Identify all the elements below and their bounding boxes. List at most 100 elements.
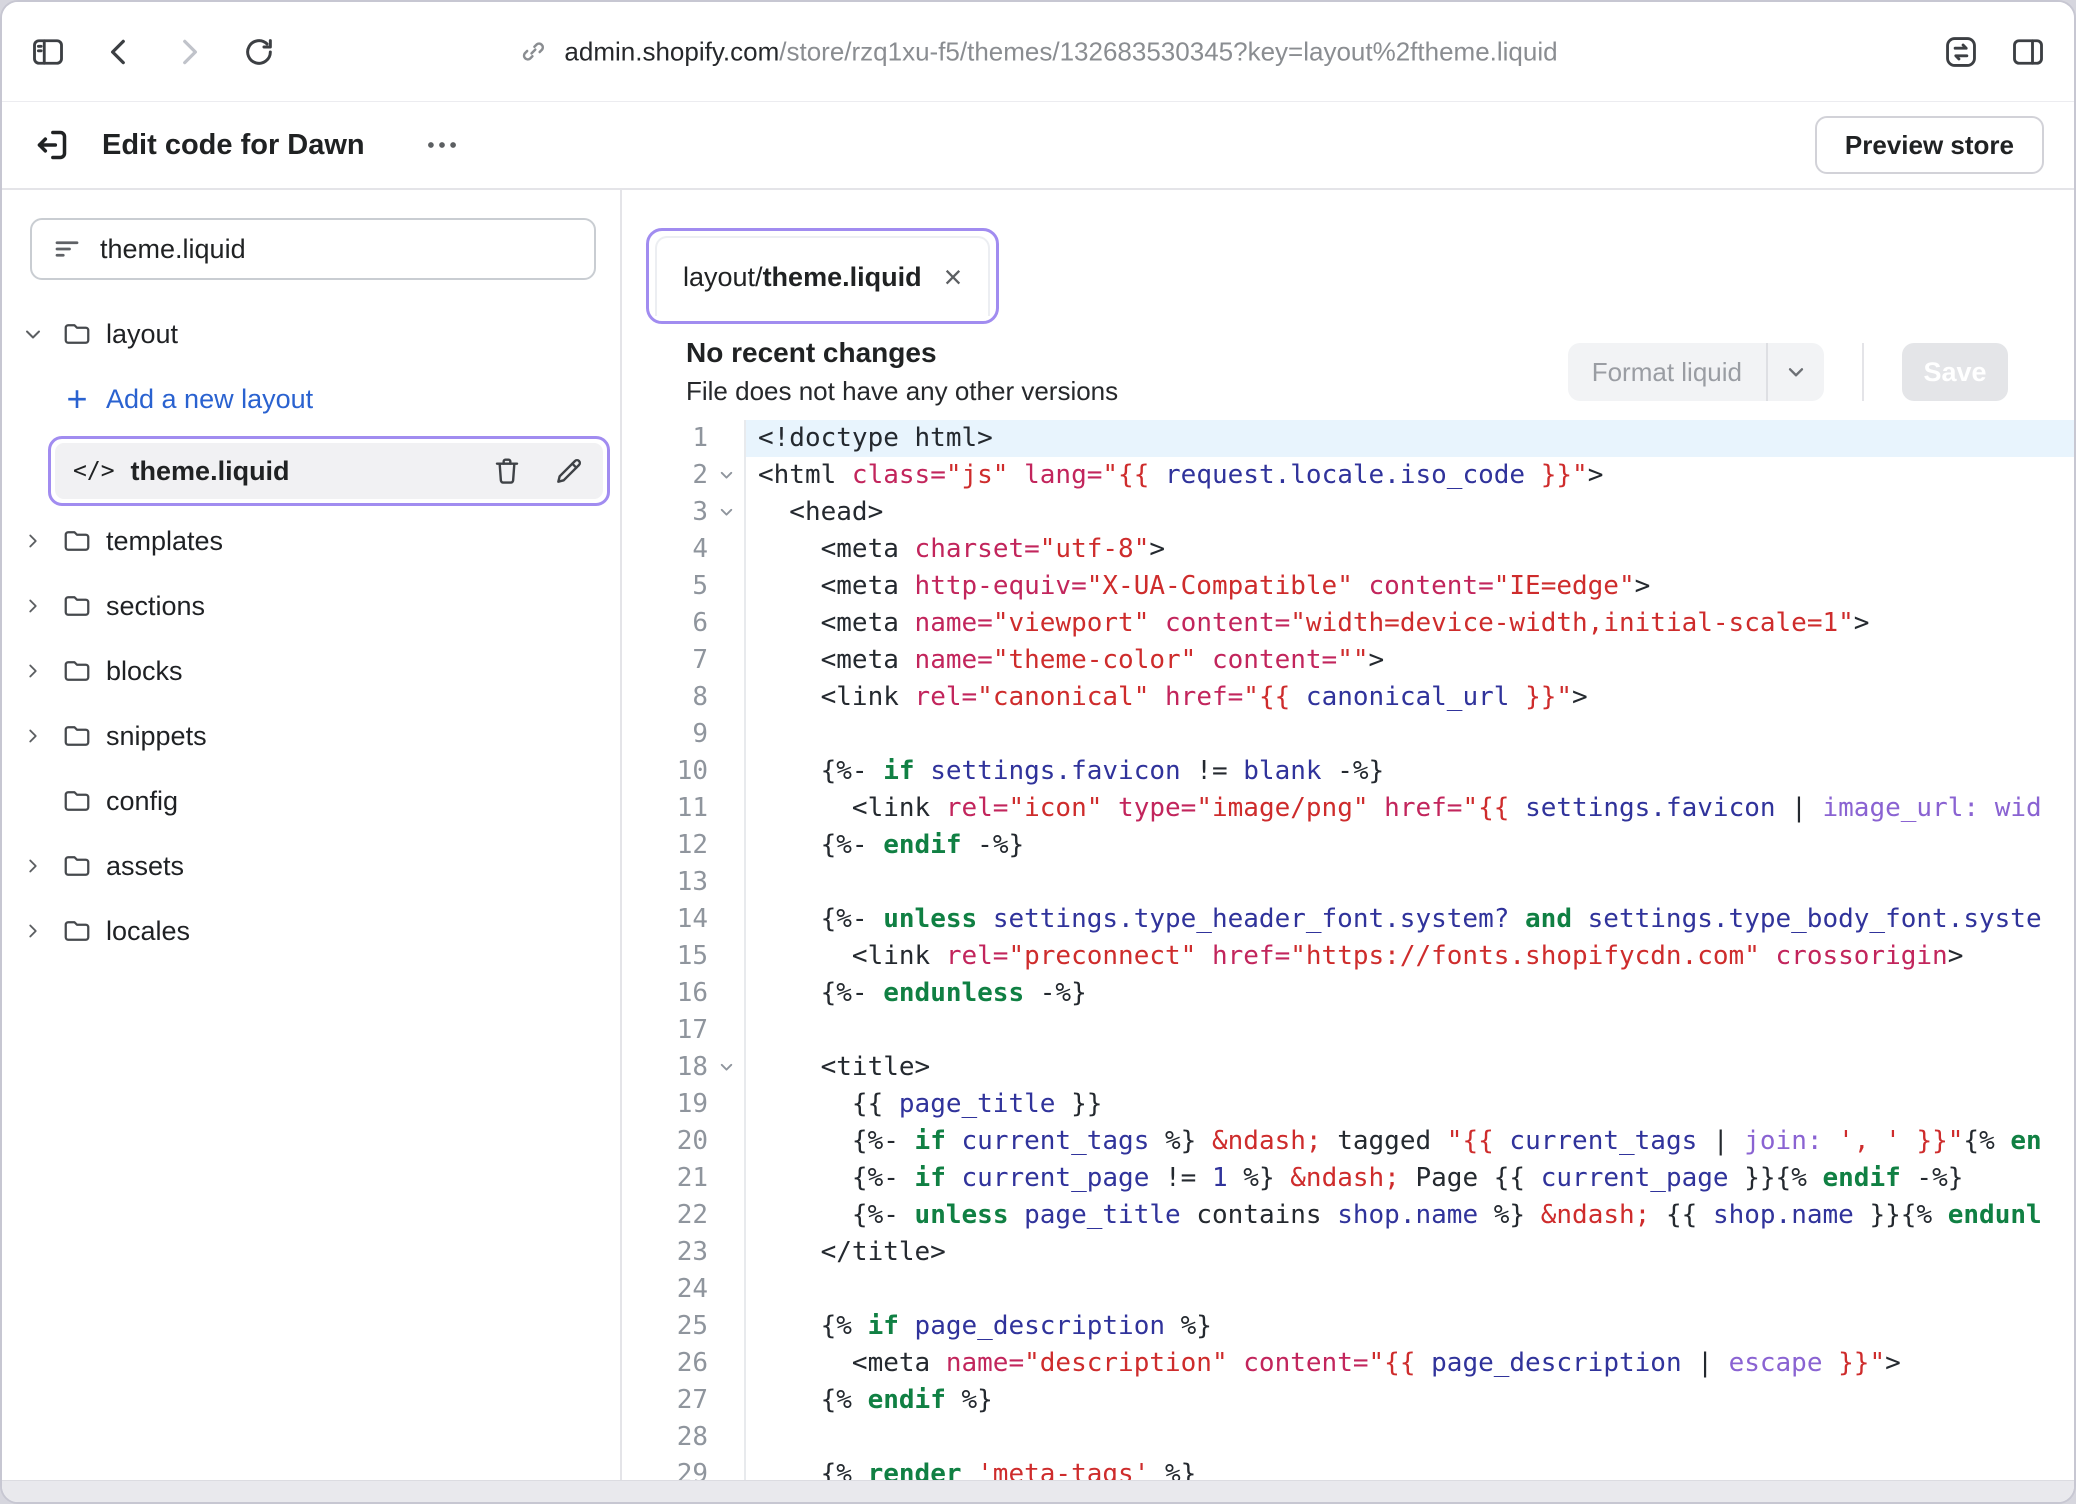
code-line-text[interactable]: <meta charset="utf-8"> [746,531,2074,568]
code-line-text[interactable]: {%- unless page_title contains shop.name… [746,1197,2074,1234]
sidebar-item-blocks[interactable]: blocks [18,643,600,699]
code-line-text[interactable]: <meta name="theme-color" content=""> [746,642,2074,679]
code-line-28[interactable]: 28 [622,1419,2074,1456]
search-input[interactable] [100,234,574,265]
code-line-text[interactable]: {%- if current_page != 1 %} &ndash; Page… [746,1160,2074,1197]
code-line-9[interactable]: 9 [622,716,2074,753]
sidebar-item-layout[interactable]: layout [18,306,600,362]
panel-right-icon[interactable] [2010,34,2046,70]
chevron-right-icon[interactable] [18,595,48,617]
code-line-15[interactable]: 15 <link rel="preconnect" href="https://… [622,938,2074,975]
code-line-text[interactable] [746,1012,2074,1049]
preview-store-button[interactable]: Preview store [1815,116,2044,174]
code-line-21[interactable]: 21 {%- if current_page != 1 %} &ndash; P… [622,1160,2074,1197]
code-line-19[interactable]: 19 {{ page_title }} [622,1086,2074,1123]
sidebar-item-config[interactable]: config [18,773,600,829]
code-line-14[interactable]: 14 {%- unless settings.type_header_font.… [622,901,2074,938]
back-icon[interactable] [102,35,136,69]
address-bar[interactable]: admin.shopify.com/store/rzq1xu-f5/themes… [518,36,1557,67]
chevron-right-icon[interactable] [18,660,48,682]
code-line-text[interactable]: <link rel="icon" type="image/png" href="… [746,790,2074,827]
code-line-text[interactable]: {{ page_title }} [746,1086,2074,1123]
sidebar-item-snippets[interactable]: snippets [18,708,600,764]
add-new-layout-link[interactable]: + Add a new layout [18,371,600,427]
code-line-text[interactable]: {% endif %} [746,1382,2074,1419]
more-menu-icon[interactable] [423,126,461,164]
code-line-3[interactable]: 3 <head> [622,494,2074,531]
browser-sidebar-toggle-icon[interactable] [30,34,66,70]
code-line-text[interactable]: <link rel="preconnect" href="https://fon… [746,938,2074,975]
sidebar-item-sections[interactable]: sections [18,578,600,634]
sidebar-item-theme-liquid[interactable]: </> theme.liquid [55,443,603,499]
chevron-down-icon[interactable] [18,322,48,346]
close-tab-icon[interactable]: × [944,261,963,293]
code-line-5[interactable]: 5 <meta http-equiv="X-UA-Compatible" con… [622,568,2074,605]
code-line-text[interactable]: {%- unless settings.type_header_font.sys… [746,901,2074,938]
code-line-16[interactable]: 16 {%- endunless -%} [622,975,2074,1012]
code-line-text[interactable] [746,716,2074,753]
code-line-27[interactable]: 27 {% endif %} [622,1382,2074,1419]
exit-icon[interactable] [32,125,72,165]
code-line-text[interactable]: <head> [746,494,2074,531]
code-line-text[interactable]: {%- if current_tags %} &ndash; tagged "{… [746,1123,2074,1160]
fold-toggle-icon[interactable] [708,504,744,521]
code-line-1[interactable]: 1<!doctype html> [622,420,2074,457]
code-line-8[interactable]: 8 <link rel="canonical" href="{{ canonic… [622,679,2074,716]
code-editor[interactable]: 1<!doctype html>2<html class="js" lang="… [622,420,2074,1480]
sidebar-item-locales[interactable]: locales [18,903,600,959]
code-line-17[interactable]: 17 [622,1012,2074,1049]
code-line-text[interactable]: <!doctype html> [746,420,2074,457]
code-line-text[interactable]: <html class="js" lang="{{ request.locale… [746,457,2074,494]
code-line-text[interactable]: <link rel="canonical" href="{{ canonical… [746,679,2074,716]
fold-toggle-icon[interactable] [708,467,744,484]
code-line-26[interactable]: 26 <meta name="description" content="{{ … [622,1345,2074,1382]
file-search-box[interactable] [30,218,596,280]
code-line-12[interactable]: 12 {%- endif -%} [622,827,2074,864]
code-line-text[interactable]: <meta name="viewport" content="width=dev… [746,605,2074,642]
code-line-text[interactable]: {%- endif -%} [746,827,2074,864]
fold-toggle-icon[interactable] [708,1059,744,1076]
chevron-right-icon[interactable] [18,725,48,747]
code-line-2[interactable]: 2<html class="js" lang="{{ request.local… [622,457,2074,494]
code-line-29[interactable]: 29 {% render 'meta-tags' %} [622,1456,2074,1480]
code-line-text[interactable]: {% if page_description %} [746,1308,2074,1345]
chevron-right-icon[interactable] [18,920,48,942]
code-line-text[interactable]: </title> [746,1234,2074,1271]
code-line-text[interactable]: <title> [746,1049,2074,1086]
code-line-4[interactable]: 4 <meta charset="utf-8"> [622,531,2074,568]
code-line-text[interactable]: {%- endunless -%} [746,975,2074,1012]
chevron-right-icon[interactable] [18,530,48,552]
code-line-text[interactable] [746,864,2074,901]
code-line-20[interactable]: 20 {%- if current_tags %} &ndash; tagged… [622,1123,2074,1160]
line-number-gutter: 11 [622,790,746,827]
code-line-23[interactable]: 23 </title> [622,1234,2074,1271]
code-line-13[interactable]: 13 [622,864,2074,901]
code-line-7[interactable]: 7 <meta name="theme-color" content=""> [622,642,2074,679]
code-line-25[interactable]: 25 {% if page_description %} [622,1308,2074,1345]
sidebar-item-assets[interactable]: assets [18,838,600,894]
code-line-11[interactable]: 11 <link rel="icon" type="image/png" hre… [622,790,2074,827]
code-line-22[interactable]: 22 {%- unless page_title contains shop.n… [622,1197,2074,1234]
code-line-text[interactable]: {%- if settings.favicon != blank -%} [746,753,2074,790]
tab-path-prefix: layout/ [683,262,763,292]
line-number: 17 [677,1012,708,1049]
code-line-text[interactable]: <meta http-equiv="X-UA-Compatible" conte… [746,568,2074,605]
code-line-10[interactable]: 10 {%- if settings.favicon != blank -%} [622,753,2074,790]
code-line-text[interactable] [746,1419,2074,1456]
chevron-right-icon[interactable] [18,855,48,877]
line-number-gutter: 17 [622,1012,746,1049]
rename-icon[interactable] [553,455,585,487]
code-line-24[interactable]: 24 [622,1271,2074,1308]
chevron-down-icon[interactable] [1768,359,1824,385]
reload-icon[interactable] [242,35,276,69]
code-line-text[interactable]: <meta name="description" content="{{ pag… [746,1345,2074,1382]
format-liquid-button[interactable]: Format liquid [1568,343,1824,401]
code-line-text[interactable] [746,1271,2074,1308]
code-line-18[interactable]: 18 <title> [622,1049,2074,1086]
delete-icon[interactable] [491,455,523,487]
tab-theme-liquid[interactable]: layout/theme.liquid × [655,236,990,316]
code-line-text[interactable]: {% render 'meta-tags' %} [746,1456,2074,1480]
extensions-icon[interactable] [1942,33,1980,71]
sidebar-item-templates[interactable]: templates [18,513,600,569]
code-line-6[interactable]: 6 <meta name="viewport" content="width=d… [622,605,2074,642]
